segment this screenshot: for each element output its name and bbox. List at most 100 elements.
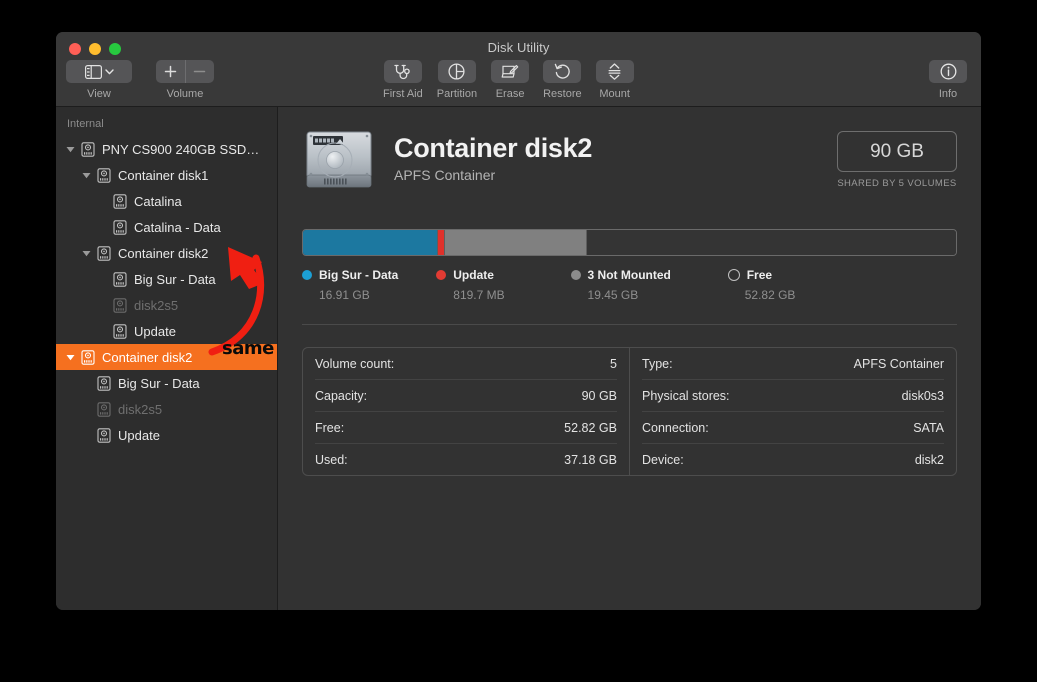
disclosure-triangle-icon[interactable]: [78, 172, 94, 179]
disclosure-triangle-icon[interactable]: [62, 146, 78, 153]
usage-section: Big Sur - Data 16.91 GB Update 819.7 MB 3 No…: [302, 229, 957, 302]
mount-button[interactable]: [595, 60, 634, 83]
remove-volume-button[interactable]: [186, 60, 215, 83]
drive-icon: [110, 323, 129, 339]
sidebar-item-label: Container disk2: [118, 245, 209, 261]
details-table: Volume count: 5 Capacity: 90 GB Free: 52.82 G…: [302, 347, 957, 476]
page-title: Container disk2: [394, 133, 593, 163]
chevron-down-icon: [104, 68, 114, 75]
info-label: Info: [938, 88, 958, 100]
disk-header: Container disk2 APFS Container 90 GB SHA…: [302, 107, 957, 211]
restore-button[interactable]: [543, 60, 582, 83]
sidebar-item-label: Container disk1: [118, 167, 209, 183]
detail-row: Device: disk2: [642, 443, 944, 475]
capacity-value: 90 GB: [837, 131, 957, 172]
erase-button[interactable]: [491, 60, 530, 83]
detail-value: disk2: [914, 452, 944, 467]
detail-label: Physical stores:: [642, 388, 730, 403]
drive-icon: [78, 349, 97, 365]
page-subtitle: APFS Container: [394, 167, 496, 183]
sidebar-item-label: PNY CS900 240GB SSD…: [102, 141, 260, 157]
window-title: Disk Utility: [487, 40, 550, 55]
disk-utility-window: Disk Utility View Volume First Aid Parti…: [56, 32, 981, 610]
drive-icon: [110, 297, 129, 313]
first-aid-button[interactable]: [383, 60, 422, 83]
drive-icon: [110, 193, 129, 209]
legend-value: 52.82 GB: [744, 288, 796, 302]
sidebar-item-label: disk2s5: [118, 401, 163, 417]
add-volume-button[interactable]: [156, 60, 185, 83]
sidebar-item-label: Big Sur - Data: [134, 271, 216, 287]
usage-legend: Big Sur - Data 16.91 GB Update 819.7 MB 3 No…: [302, 268, 957, 302]
first-aid-group: First Aid: [383, 60, 423, 100]
partition-button[interactable]: [437, 60, 476, 83]
legend-label: Update: [453, 268, 494, 282]
hard-drive-icon: [302, 127, 376, 193]
mount-group: Mount: [595, 60, 634, 100]
detail-value: 37.18 GB: [564, 452, 617, 467]
pie-chart-icon: [448, 63, 465, 80]
sidebar-item-label: Update: [118, 427, 160, 443]
erase-group: Erase: [491, 60, 530, 100]
usage-bar: [302, 229, 957, 256]
detail-value: disk0s3: [901, 388, 944, 403]
legend-value: 19.45 GB: [587, 288, 639, 302]
legend-swatch: [302, 270, 312, 280]
legend-swatch: [570, 270, 581, 280]
detail-label: Device:: [642, 452, 684, 467]
disclosure-triangle-icon[interactable]: [62, 354, 78, 361]
volume-label: Volume: [166, 88, 204, 100]
usage-segment: [437, 230, 445, 255]
legend-item: Update 819.7 MB: [436, 268, 570, 302]
detail-label: Capacity:: [315, 388, 368, 403]
detail-label: Type:: [642, 356, 673, 371]
sidebar-item[interactable]: Container disk2: [56, 240, 277, 266]
sidebar-item[interactable]: Catalina - Data: [56, 214, 277, 240]
sidebar-item[interactable]: Catalina: [56, 188, 277, 214]
drive-icon: [94, 245, 113, 261]
detail-label: Used:: [315, 452, 348, 467]
section-divider: [302, 324, 957, 325]
drive-icon: [94, 167, 113, 183]
restore-label: Restore: [543, 88, 582, 100]
detail-row: Capacity: 90 GB: [315, 379, 617, 411]
eject-icon: [607, 63, 622, 80]
window-body: Internal PNY CS900 240GB SSD… Container d…: [56, 107, 981, 610]
disclosure-triangle-icon[interactable]: [78, 250, 94, 257]
detail-label: Volume count:: [315, 356, 395, 371]
legend-item: Big Sur - Data 16.91 GB: [302, 268, 436, 302]
legend-value: 16.91 GB: [319, 288, 370, 302]
partition-group: Partition: [437, 60, 477, 100]
view-group: View: [66, 60, 132, 100]
legend-value: 819.7 MB: [453, 288, 505, 302]
drive-icon: [110, 271, 129, 287]
first-aid-label: First Aid: [383, 88, 423, 100]
mount-label: Mount: [599, 88, 630, 100]
usage-segment: [303, 230, 438, 255]
drive-icon: [78, 141, 97, 157]
sidebar-item[interactable]: Big Sur - Data: [56, 370, 277, 396]
sidebar-item-label: Update: [134, 323, 176, 339]
info-button[interactable]: [929, 60, 967, 83]
drive-icon: [110, 219, 129, 235]
sidebar-item[interactable]: Big Sur - Data: [56, 266, 277, 292]
detail-label: Connection:: [642, 420, 709, 435]
capacity-note: SHARED BY 5 VOLUMES: [837, 178, 957, 189]
detail-value: SATA: [913, 420, 944, 435]
sidebar-item[interactable]: PNY CS900 240GB SSD…: [56, 136, 277, 162]
detail-row: Volume count: 5: [315, 348, 617, 379]
sidebar-item-label: Catalina: [134, 193, 182, 209]
view-button[interactable]: [66, 60, 132, 83]
detail-value: 5: [610, 356, 617, 371]
detail-row: Type: APFS Container: [642, 348, 944, 379]
undo-arrow-icon: [554, 63, 571, 80]
detail-value: APFS Container: [853, 356, 944, 371]
usage-segment: [444, 230, 587, 255]
sidebar-item[interactable]: disk2s5: [56, 396, 277, 422]
sidebar-item-label: Big Sur - Data: [118, 375, 200, 391]
sidebar-item[interactable]: Update: [56, 422, 277, 448]
sidebar-item[interactable]: disk2s5: [56, 292, 277, 318]
restore-group: Restore: [543, 60, 582, 100]
detail-value: 90 GB: [581, 388, 617, 403]
sidebar-item[interactable]: Container disk1: [56, 162, 277, 188]
